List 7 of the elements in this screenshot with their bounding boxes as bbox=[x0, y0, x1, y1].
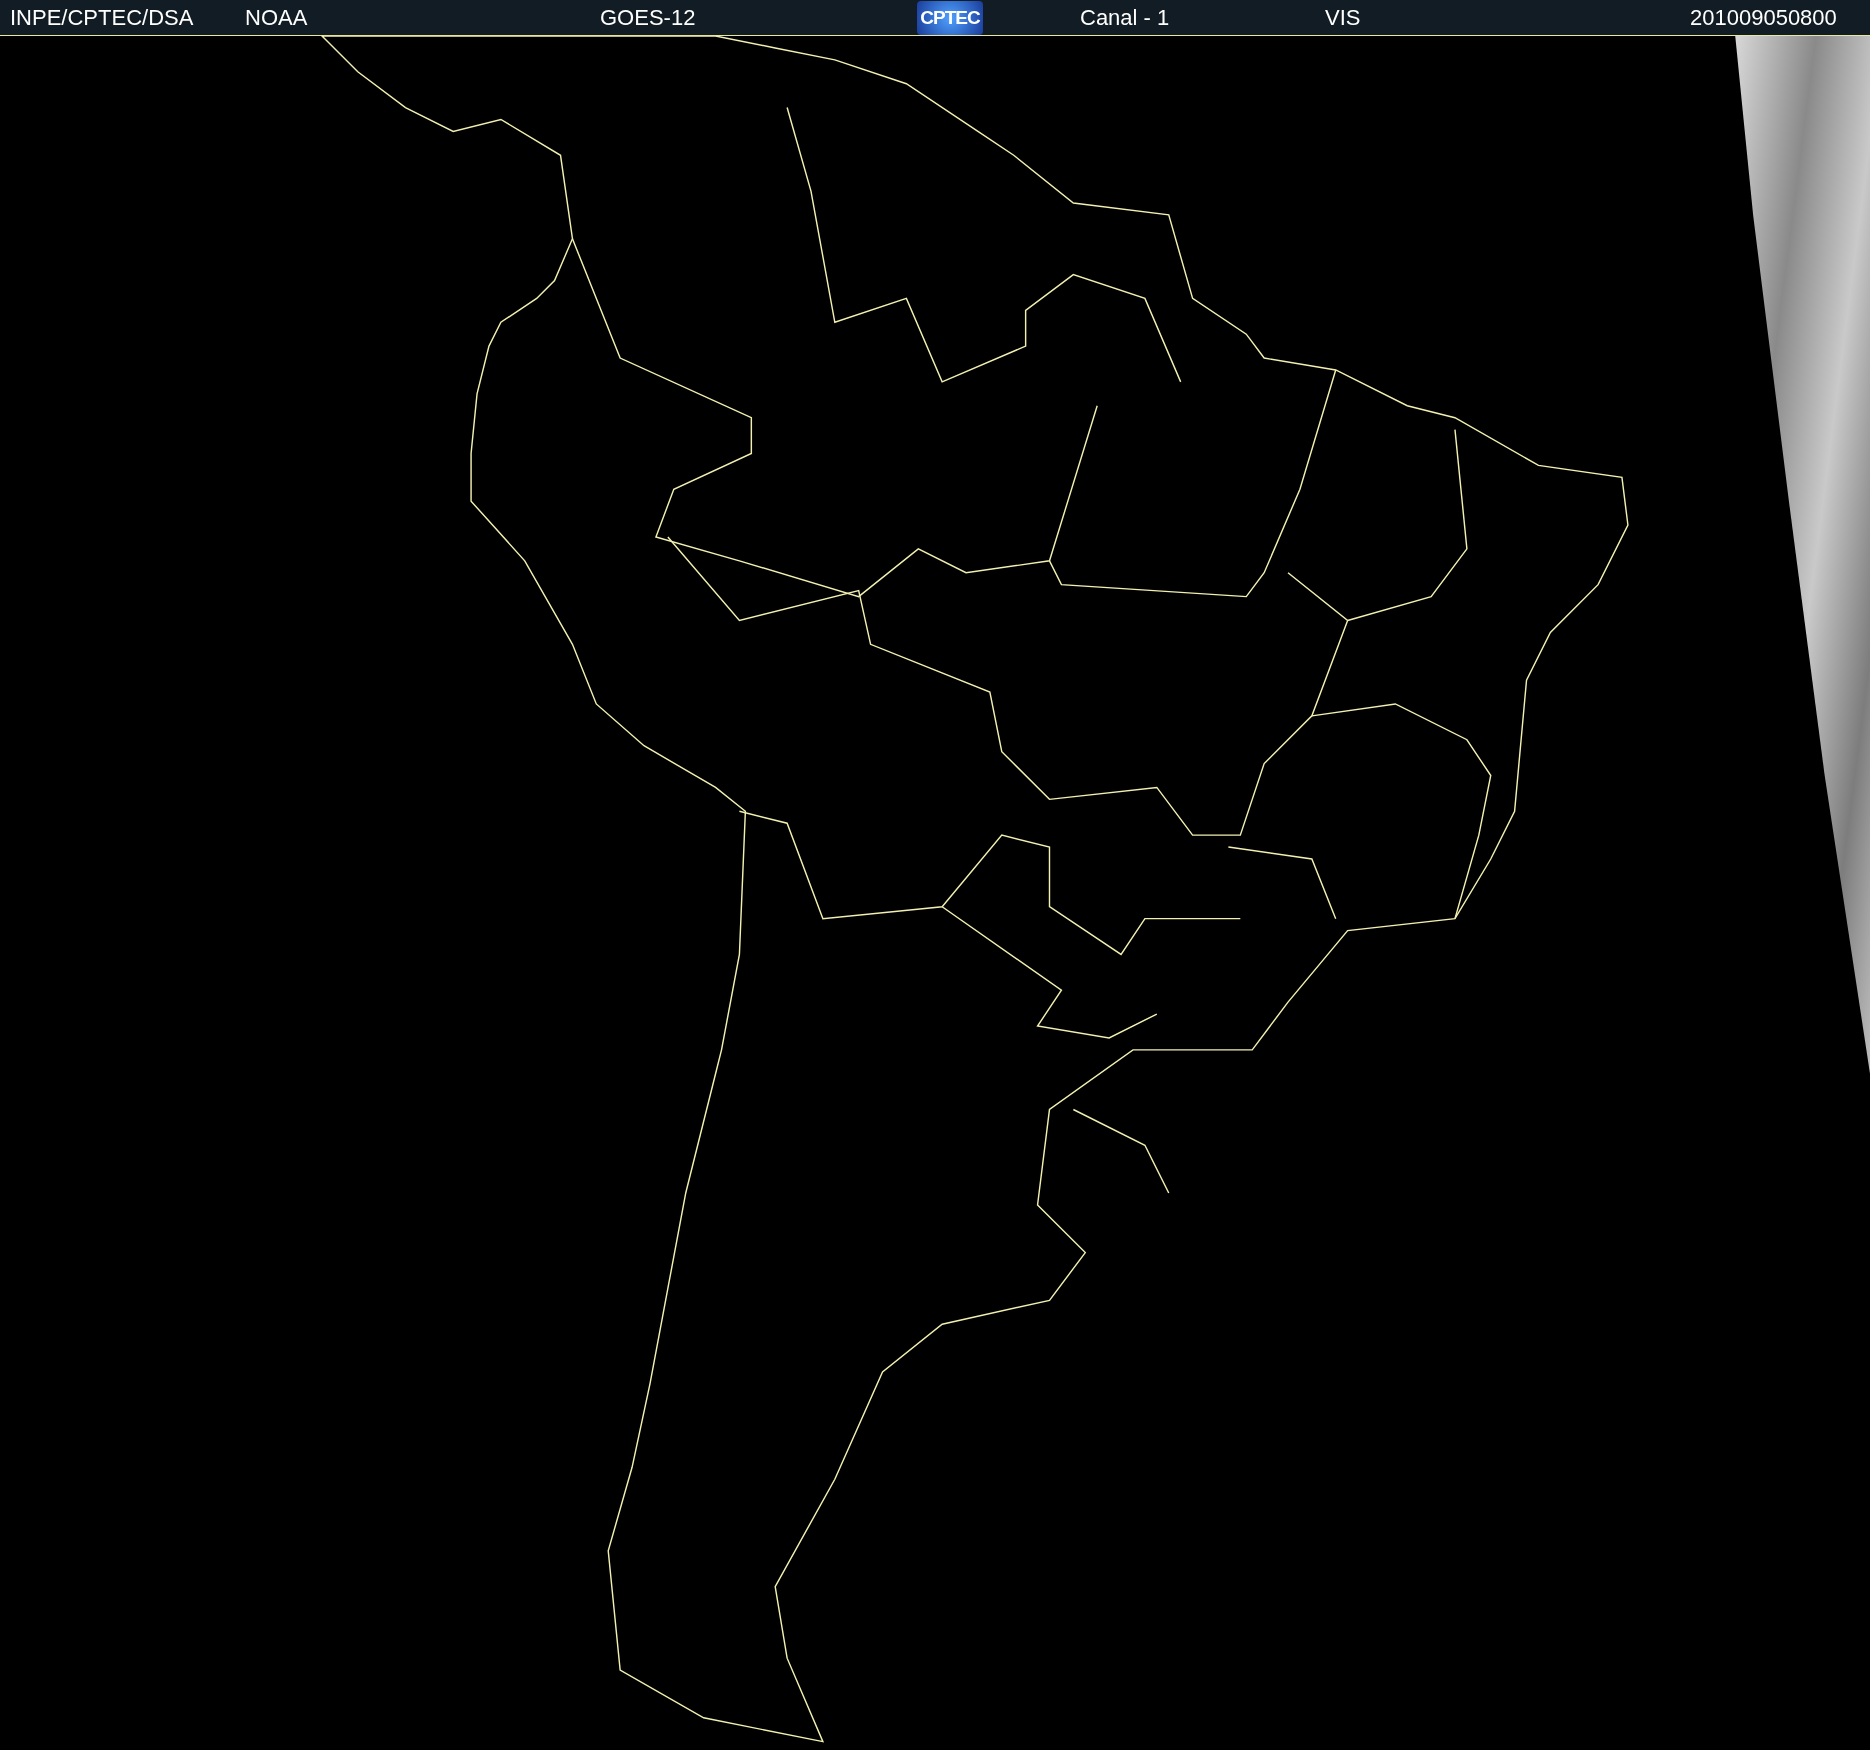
header-label: Canal - 1 bbox=[1080, 4, 1171, 31]
header-label: INPE/CPTEC/DSA bbox=[10, 4, 195, 31]
header-label: VIS bbox=[1325, 4, 1362, 31]
logo: CPTEC bbox=[917, 0, 983, 35]
header-label: 201009050800 bbox=[1690, 4, 1838, 31]
header-label: NOAA bbox=[245, 4, 309, 31]
header-label: GOES-12 bbox=[600, 4, 697, 31]
